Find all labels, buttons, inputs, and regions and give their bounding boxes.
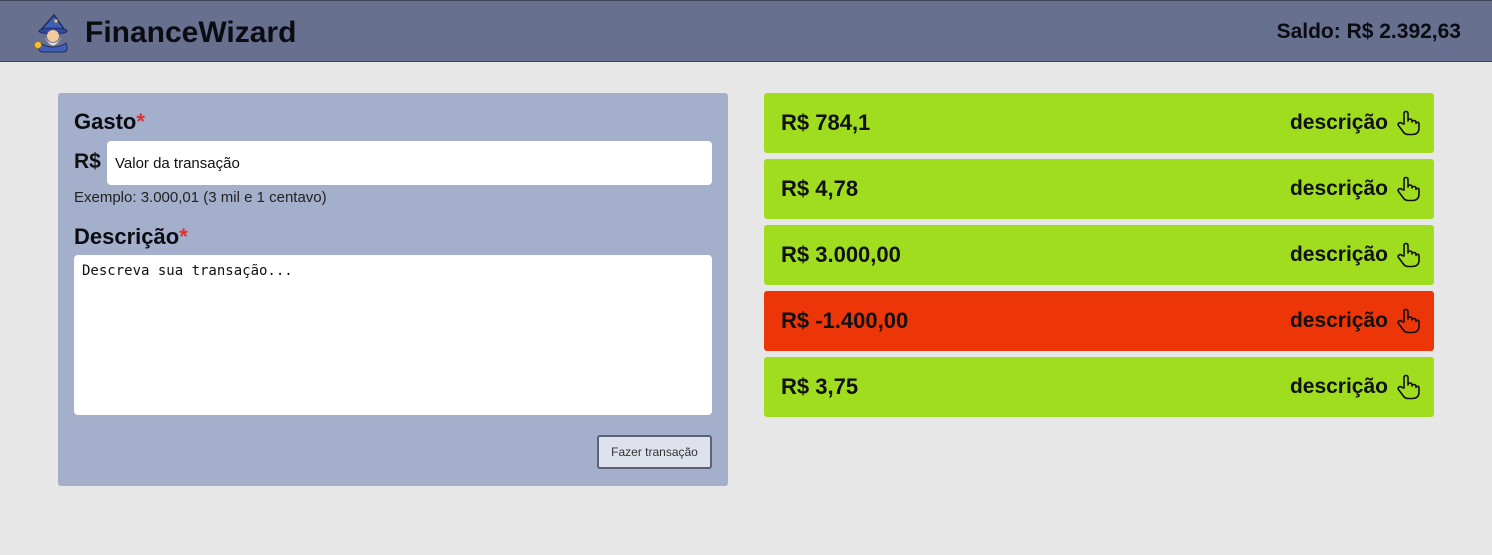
- pointing-hand-icon[interactable]: [1396, 176, 1420, 202]
- transaction-item: R$ 784,1 descrição: [764, 93, 1434, 153]
- description-link[interactable]: descrição: [1290, 308, 1388, 334]
- balance-display: Saldo: R$ 2.392,63: [1276, 20, 1461, 43]
- pointing-hand-icon[interactable]: [1396, 374, 1420, 400]
- pointing-hand-icon[interactable]: [1396, 242, 1420, 268]
- pointing-hand-icon[interactable]: [1396, 110, 1420, 136]
- transaction-item: R$ 3,75 descrição: [764, 357, 1434, 417]
- app-title: FinanceWizard: [85, 16, 297, 49]
- description-link[interactable]: descrição: [1290, 110, 1388, 136]
- expense-label-text: Gasto: [74, 109, 137, 134]
- transaction-item: R$ 4,78 descrição: [764, 159, 1434, 219]
- pointing-hand-icon[interactable]: [1396, 308, 1420, 334]
- transaction-amount: R$ 3,75: [781, 374, 859, 399]
- required-mark: *: [179, 224, 188, 249]
- transaction-amount: R$ 3.000,00: [781, 242, 901, 267]
- transaction-form: Gasto* R$ Exemplo: 3.000,01 (3 mil e 1 c…: [58, 93, 728, 486]
- description-textarea[interactable]: [74, 255, 712, 415]
- app-header: FinanceWizard Saldo: R$ 2.392,63: [0, 0, 1492, 62]
- description-link[interactable]: descrição: [1290, 242, 1388, 268]
- value-hint: Exemplo: 3.000,01 (3 mil e 1 centavo): [74, 189, 327, 206]
- transaction-list: R$ 784,1 descrição R$ 4,78 descrição R$ …: [764, 93, 1434, 423]
- expense-label: Gasto*: [74, 109, 145, 135]
- wizard-icon: [34, 13, 68, 53]
- description-link[interactable]: descrição: [1290, 176, 1388, 202]
- description-label-text: Descrição: [74, 224, 180, 249]
- transaction-item: R$ 3.000,00 descrição: [764, 225, 1434, 285]
- transaction-amount: R$ 784,1: [781, 110, 871, 135]
- transaction-amount: R$ -1.400,00: [781, 308, 909, 333]
- currency-prefix: R$: [74, 150, 101, 173]
- value-input[interactable]: [107, 141, 712, 185]
- required-mark: *: [136, 109, 145, 134]
- transaction-amount: R$ 4,78: [781, 176, 859, 201]
- description-link[interactable]: descrição: [1290, 374, 1388, 400]
- transaction-item: R$ -1.400,00 descrição: [764, 291, 1434, 351]
- description-label: Descrição*: [74, 224, 188, 250]
- submit-transaction-button[interactable]: Fazer transação: [597, 435, 712, 469]
